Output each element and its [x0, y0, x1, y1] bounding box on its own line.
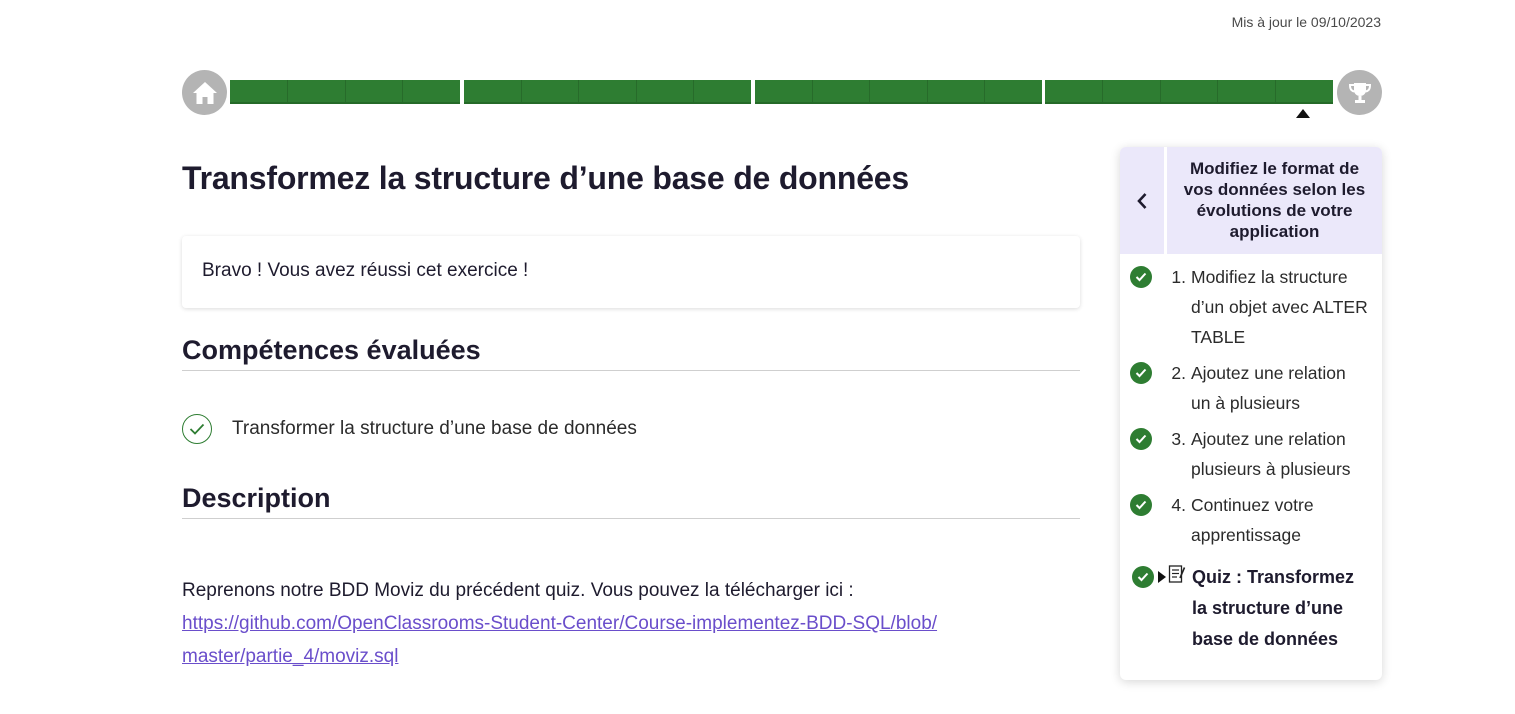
updated-date: Mis à jour le 09/10/2023 [1231, 14, 1381, 30]
check-icon [1130, 494, 1152, 516]
progress-section-3 [755, 80, 1042, 104]
skills-heading: Compétences évaluées [182, 335, 1080, 371]
progress-section-2 [464, 80, 751, 104]
check-icon [1132, 566, 1154, 588]
progress-step[interactable] [346, 80, 404, 102]
progress-step[interactable] [1045, 80, 1103, 102]
progress-step[interactable] [1218, 80, 1277, 102]
progress-step[interactable] [230, 80, 288, 102]
progress-step[interactable] [985, 80, 1042, 102]
quiz-label: Quiz : Transformez la structure d’une ba… [1192, 567, 1355, 649]
check-icon [1130, 266, 1152, 288]
chapter-item-4[interactable]: 4. Continuez votre apprentissage [1120, 484, 1382, 550]
progress-step[interactable] [755, 80, 813, 102]
trophy-icon [1348, 82, 1371, 103]
page-title: Transformez la structure d’une base de d… [182, 160, 910, 196]
description-heading: Description [182, 483, 1080, 519]
progress-section-1 [230, 80, 460, 104]
sidebar-back-button[interactable] [1120, 147, 1167, 254]
skill-label: Transformer la structure d’une base de d… [232, 418, 637, 439]
progress-step[interactable] [579, 80, 637, 102]
progress-step[interactable] [464, 80, 522, 102]
chapter-label: Continuez votre apprentissage [1191, 495, 1314, 545]
sidebar-part-title: Modifiez le format de vos données selon … [1167, 147, 1382, 254]
progress-step[interactable] [1103, 80, 1161, 102]
progress-step[interactable] [928, 80, 986, 102]
chapter-label: Modifiez la structure d’un objet avec AL… [1191, 267, 1368, 347]
quiz-item-current[interactable]: Quiz : Transformez la structure d’une ba… [1120, 550, 1382, 655]
progress-step[interactable] [870, 80, 928, 102]
result-message: Bravo ! Vous avez réussi cet exercice ! [202, 260, 529, 281]
course-progress-bar [182, 70, 1382, 118]
chapter-label: Ajoutez une relation plusieurs à plusieu… [1191, 429, 1351, 479]
chapter-number: 2. [1171, 363, 1186, 383]
progress-step[interactable] [1161, 80, 1219, 102]
skill-item: Transformer la structure d’une base de d… [182, 414, 637, 444]
progress-step[interactable] [1276, 80, 1333, 102]
check-icon [1130, 428, 1152, 450]
progress-step[interactable] [403, 80, 460, 102]
certificate-button[interactable] [1337, 70, 1382, 115]
chapter-number: 4. [1171, 495, 1186, 515]
progress-step[interactable] [813, 80, 871, 102]
download-link[interactable]: https://github.com/OpenClassrooms-Studen… [182, 607, 942, 673]
chapter-item-1[interactable]: 1. Modifiez la structure d’un objet avec… [1120, 254, 1382, 352]
progress-step[interactable] [637, 80, 695, 102]
progress-step[interactable] [288, 80, 346, 102]
check-circle-icon [182, 414, 212, 444]
quiz-document-icon [1168, 565, 1186, 583]
chapter-item-2[interactable]: 2. Ajoutez une relation un à plusieurs [1120, 352, 1382, 418]
chapter-number: 3. [1171, 429, 1186, 449]
description-text: Reprenons notre BDD Moviz du précédent q… [182, 580, 854, 601]
progress-section-4 [1045, 80, 1333, 104]
description-body: Reprenons notre BDD Moviz du précédent q… [182, 574, 1082, 673]
chapter-label: Ajoutez une relation un à plusieurs [1191, 363, 1346, 413]
current-position-caret [1296, 109, 1310, 118]
chapter-item-3[interactable]: 3. Ajoutez une relation plusieurs à plus… [1120, 418, 1382, 484]
home-button[interactable] [182, 70, 227, 115]
home-icon [192, 81, 217, 104]
result-message-box: Bravo ! Vous avez réussi cet exercice ! [182, 236, 1080, 308]
chevron-left-icon [1137, 192, 1147, 209]
progress-step[interactable] [694, 80, 751, 102]
current-item-arrow-icon [1158, 571, 1166, 583]
course-sidebar: Modifiez le format de vos données selon … [1120, 147, 1382, 680]
progress-step[interactable] [522, 80, 580, 102]
chapter-number: 1. [1171, 267, 1186, 287]
check-icon [1130, 362, 1152, 384]
